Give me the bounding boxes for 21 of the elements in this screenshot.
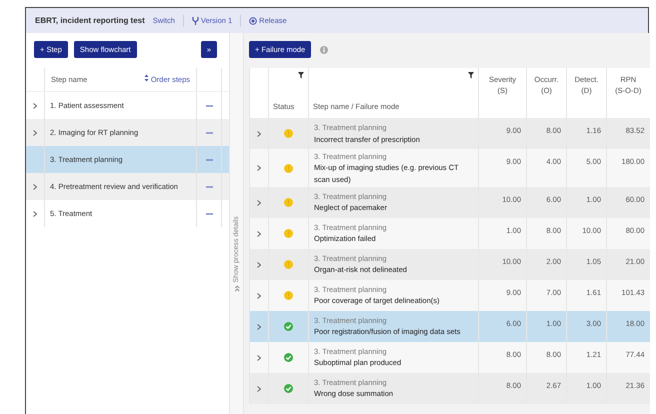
chevron-icon [257,130,261,137]
chevron-icon [257,292,261,299]
chevron-icon [257,324,261,330]
chevron-icon [33,102,37,108]
double-chevron-icon [234,286,239,292]
chevron-icon [33,130,37,136]
chevron-icon [257,230,261,237]
target-icon [249,16,258,24]
chevron-icon [257,354,261,361]
chevron-icon [257,262,261,268]
chevron-icon [33,184,37,190]
branch-icon [192,16,199,24]
filter-icon[interactable] [468,72,474,79]
filter-icon[interactable] [298,72,304,79]
sort-icon [144,74,149,82]
chevron-icon [257,386,261,392]
chevron-icon [33,210,37,216]
chevron-icon [257,200,261,206]
info-icon [320,46,328,54]
chevron-icon [257,165,261,172]
project-title: EBRT, incident reporting test [35,14,145,26]
